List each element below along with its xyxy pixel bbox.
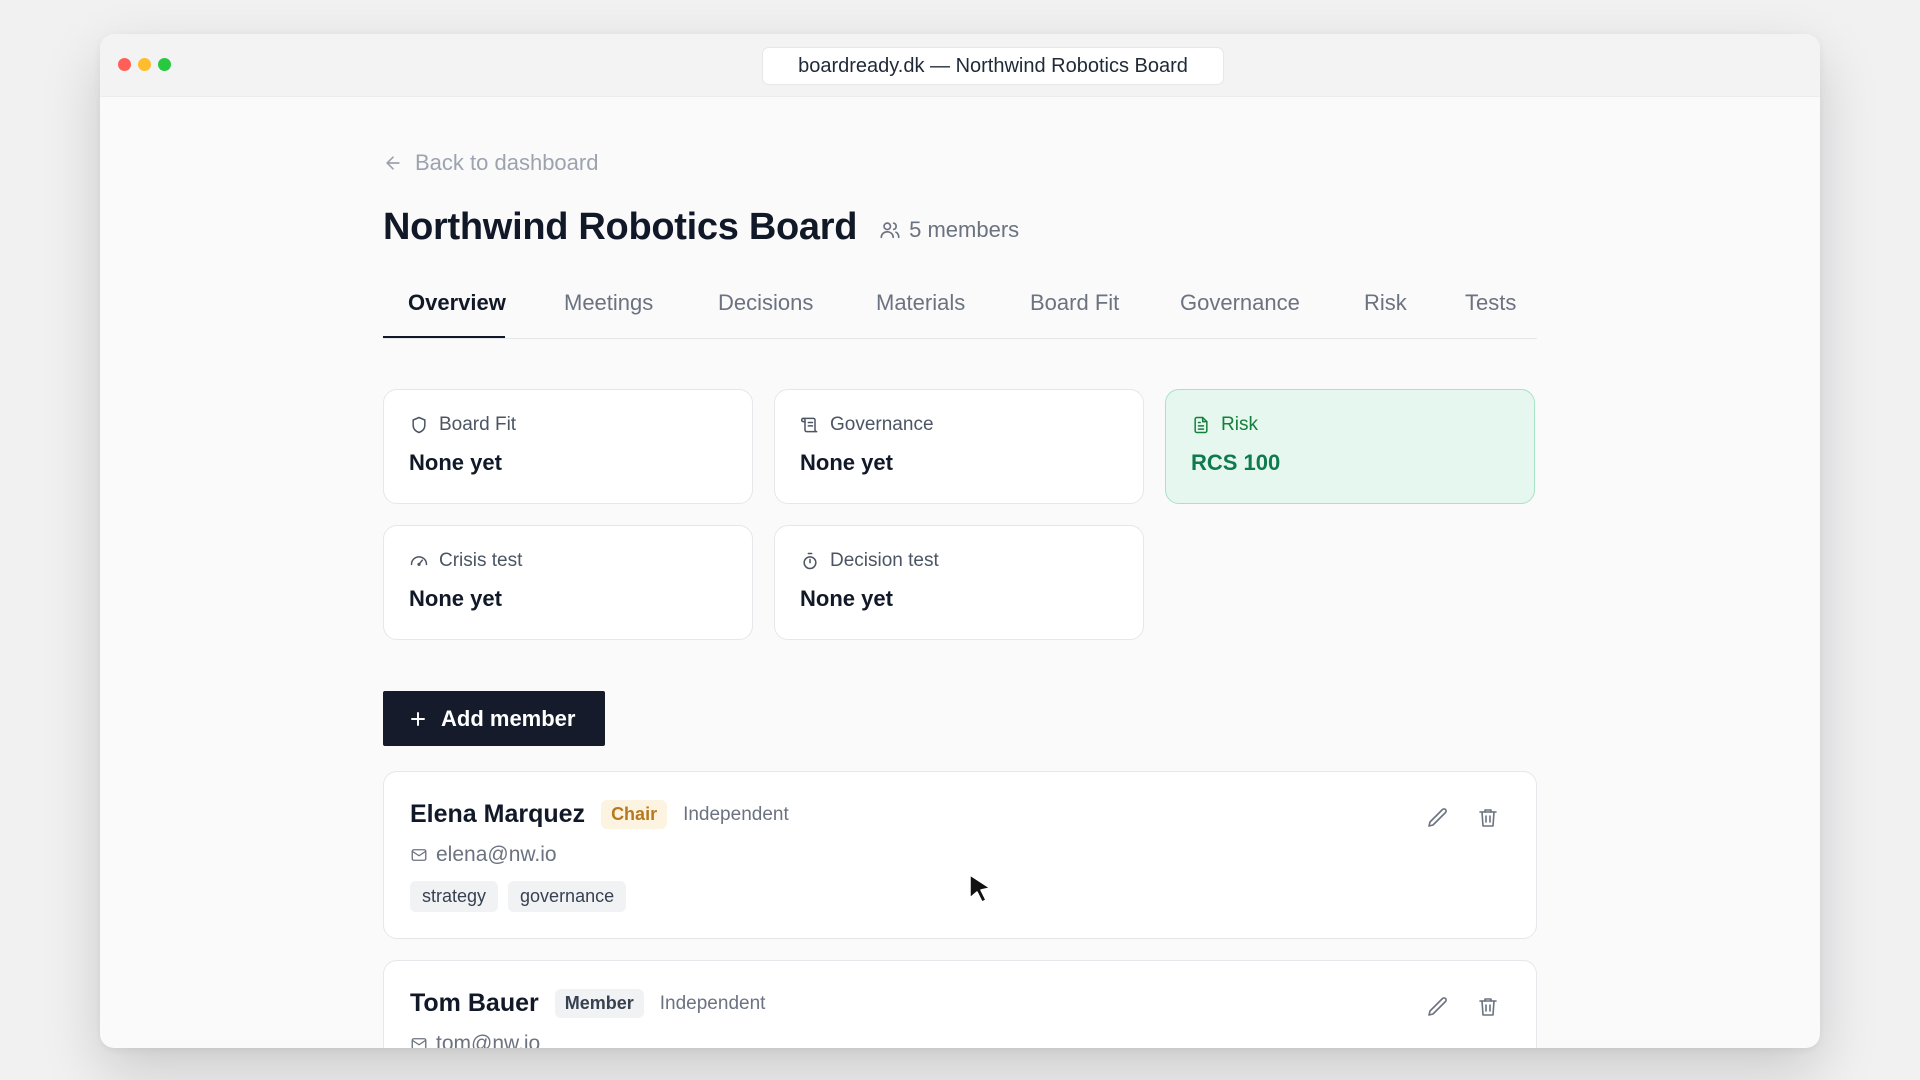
member-header: Tom Bauer Member Independent bbox=[410, 989, 1510, 1018]
users-icon bbox=[880, 221, 900, 238]
document-icon bbox=[1194, 416, 1208, 434]
tab-board-fit[interactable]: Board Fit bbox=[1030, 282, 1119, 338]
pencil-icon[interactable] bbox=[1426, 806, 1450, 830]
card-governance-value: None yet bbox=[800, 450, 893, 475]
back-to-dashboard-link[interactable]: Back to dashboard bbox=[383, 150, 599, 175]
card-crisis-test[interactable]: Crisis test None yet bbox=[383, 525, 753, 640]
scroll-icon bbox=[800, 417, 818, 433]
members-count-label: 5 members bbox=[909, 216, 1020, 242]
tab-governance[interactable]: Governance bbox=[1180, 282, 1300, 338]
trash-icon[interactable] bbox=[1476, 806, 1500, 830]
card-decision-test-value: None yet bbox=[800, 586, 893, 611]
member-type: Independent bbox=[659, 992, 766, 1014]
card-label-text: Decision test bbox=[830, 550, 939, 571]
add-member-label: Add member bbox=[441, 705, 576, 731]
back-link-label: Back to dashboard bbox=[415, 150, 599, 175]
pencil-icon[interactable] bbox=[1426, 995, 1450, 1019]
plus-icon bbox=[411, 711, 425, 726]
tab-decisions[interactable]: Decisions bbox=[718, 282, 813, 338]
card-decision-test-label: Decision test bbox=[800, 550, 1119, 572]
add-member-button[interactable]: Add member bbox=[383, 691, 605, 746]
card-crisis-test-value: None yet bbox=[409, 586, 502, 611]
arrow-left-icon bbox=[386, 156, 400, 170]
member-email: tom@nw.io bbox=[410, 1032, 1510, 1048]
member-header: Elena Marquez Chair Independent bbox=[410, 800, 1510, 829]
card-risk-label: Risk bbox=[1191, 414, 1510, 436]
tag: strategy bbox=[410, 881, 499, 912]
card-governance-label: Governance bbox=[800, 414, 1119, 436]
card-decision-test[interactable]: Decision test None yet bbox=[774, 525, 1144, 640]
tab-tests[interactable]: Tests bbox=[1465, 282, 1516, 338]
card-label-text: Board Fit bbox=[439, 414, 517, 435]
browser-window: boardready.dk — Northwind Robotics Board… bbox=[100, 34, 1820, 1048]
card-board-fit[interactable]: Board Fit None yet bbox=[383, 389, 753, 504]
card-governance[interactable]: Governance None yet bbox=[774, 389, 1144, 504]
members-count: 5 members bbox=[879, 217, 1019, 243]
member-card: Tom Bauer Member Independent tom@nw.io bbox=[383, 960, 1537, 1048]
mail-icon bbox=[411, 1038, 427, 1048]
role-badge: Chair bbox=[601, 800, 668, 829]
gauge-icon bbox=[410, 556, 428, 566]
member-card: Elena Marquez Chair Independent elena@nw… bbox=[383, 771, 1537, 939]
minimize-window-button[interactable] bbox=[138, 58, 151, 71]
tab-risk[interactable]: Risk bbox=[1364, 282, 1407, 338]
card-board-fit-value: None yet bbox=[409, 450, 502, 475]
member-actions bbox=[1426, 806, 1500, 830]
page-title: Northwind Robotics Board bbox=[383, 206, 858, 248]
member-type: Independent bbox=[683, 803, 789, 825]
maximize-window-button[interactable] bbox=[158, 58, 171, 71]
card-risk-value: RCS 100 bbox=[1191, 450, 1281, 475]
card-label-text: Risk bbox=[1221, 414, 1258, 435]
mouse-cursor-icon bbox=[969, 874, 991, 903]
tab-overview[interactable]: Overview bbox=[383, 282, 506, 338]
tab-meetings[interactable]: Meetings bbox=[564, 282, 653, 338]
shield-icon bbox=[412, 416, 426, 434]
tab-bar: Overview Meetings Decisions Materials Bo… bbox=[383, 282, 1537, 339]
timer-icon bbox=[803, 552, 817, 570]
member-name: Elena Marquez bbox=[410, 800, 586, 828]
member-email-text: tom@nw.io bbox=[436, 1032, 541, 1048]
trash-icon[interactable] bbox=[1476, 995, 1500, 1019]
card-board-fit-label: Board Fit bbox=[409, 414, 728, 436]
close-window-button[interactable] bbox=[118, 58, 131, 71]
member-actions bbox=[1426, 995, 1500, 1019]
title-bar: boardready.dk — Northwind Robotics Board bbox=[100, 34, 1820, 97]
mail-icon bbox=[411, 849, 427, 861]
card-risk[interactable]: Risk RCS 100 bbox=[1165, 389, 1535, 504]
member-name: Tom Bauer bbox=[410, 989, 539, 1017]
title-row: Northwind Robotics Board 5 members bbox=[383, 206, 1019, 249]
role-badge: Member bbox=[554, 989, 644, 1018]
member-email: elena@nw.io bbox=[410, 843, 1510, 867]
card-crisis-test-label: Crisis test bbox=[409, 550, 728, 572]
card-label-text: Governance bbox=[830, 414, 934, 435]
card-label-text: Crisis test bbox=[439, 550, 523, 571]
member-email-text: elena@nw.io bbox=[436, 843, 557, 866]
address-bar[interactable]: boardready.dk — Northwind Robotics Board bbox=[762, 47, 1224, 85]
member-tags: strategy governance bbox=[410, 881, 1510, 912]
tag: governance bbox=[508, 881, 627, 912]
tab-materials[interactable]: Materials bbox=[876, 282, 965, 338]
